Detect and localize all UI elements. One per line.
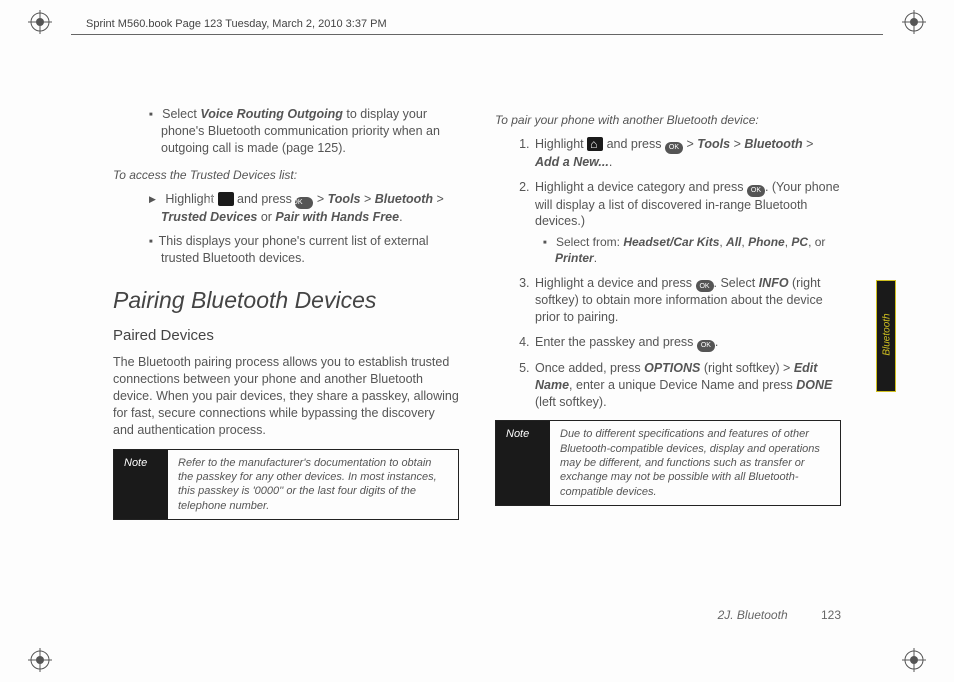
crop-marker-br: [902, 648, 926, 672]
note-bt-compat: Note Due to different specifications and…: [495, 420, 841, 505]
step-1: Highlight and press OK > Tools > Bluetoo…: [533, 136, 841, 171]
bullet-voice-routing: Select Voice Routing Outgoing to display…: [149, 106, 459, 157]
page-content: Select Voice Routing Outgoing to display…: [113, 102, 841, 592]
ok-icon: OK: [665, 142, 683, 154]
step-4: Enter the passkey and press OK.: [533, 334, 841, 352]
ok-icon: OK: [697, 340, 715, 352]
h2-paired-devices: Paired Devices: [113, 326, 459, 346]
footer-section: 2J. Bluetooth: [718, 608, 788, 622]
crop-marker-tl: [28, 10, 52, 34]
crop-marker-tr: [902, 10, 926, 34]
note-label: Note: [496, 421, 550, 504]
step-2: Highlight a device category and press OK…: [533, 179, 841, 267]
subhead-trusted-devices: To access the Trusted Devices list:: [113, 167, 459, 183]
home-icon: [218, 192, 234, 206]
header-text: Sprint M560.book Page 123 Tuesday, March…: [86, 18, 387, 30]
crop-marker-bl: [28, 648, 52, 672]
left-column: Select Voice Routing Outgoing to display…: [113, 102, 459, 592]
header-rule: [71, 34, 883, 35]
bullet-displays-list: This displays your phone's current list …: [149, 233, 459, 267]
note-label: Note: [114, 450, 168, 519]
ok-icon: OK: [696, 280, 714, 292]
footer-page: 123: [821, 608, 841, 622]
side-tab-label: Bluetooth: [882, 305, 893, 365]
side-tab-bluetooth: Bluetooth: [876, 280, 896, 392]
note-text: Due to different specifications and feat…: [550, 421, 840, 504]
para-pairing-desc: The Bluetooth pairing process allows you…: [113, 354, 459, 438]
note-text: Refer to the manufacturer's documentatio…: [168, 450, 458, 519]
step-2-options: Select from: Headset/Car Kits, All, Phon…: [543, 234, 841, 266]
page-footer: 2J. Bluetooth 123: [718, 608, 841, 622]
step-highlight-trusted: Highlight and press OK > Tools > Bluetoo…: [149, 191, 459, 226]
right-column: To pair your phone with another Bluetoot…: [495, 102, 841, 592]
note-passkey: Note Refer to the manufacturer's documen…: [113, 449, 459, 520]
home-icon: [587, 137, 603, 151]
ok-icon: OK: [295, 197, 313, 209]
step-3: Highlight a device and press OK. Select …: [533, 275, 841, 326]
steps-list: Highlight and press OK > Tools > Bluetoo…: [519, 136, 841, 410]
h1-pairing: Pairing Bluetooth Devices: [113, 285, 459, 316]
step-5: Once added, press OPTIONS (right softkey…: [533, 360, 841, 411]
ok-icon: OK: [747, 185, 765, 197]
subhead-pair-phone: To pair your phone with another Bluetoot…: [495, 112, 841, 128]
